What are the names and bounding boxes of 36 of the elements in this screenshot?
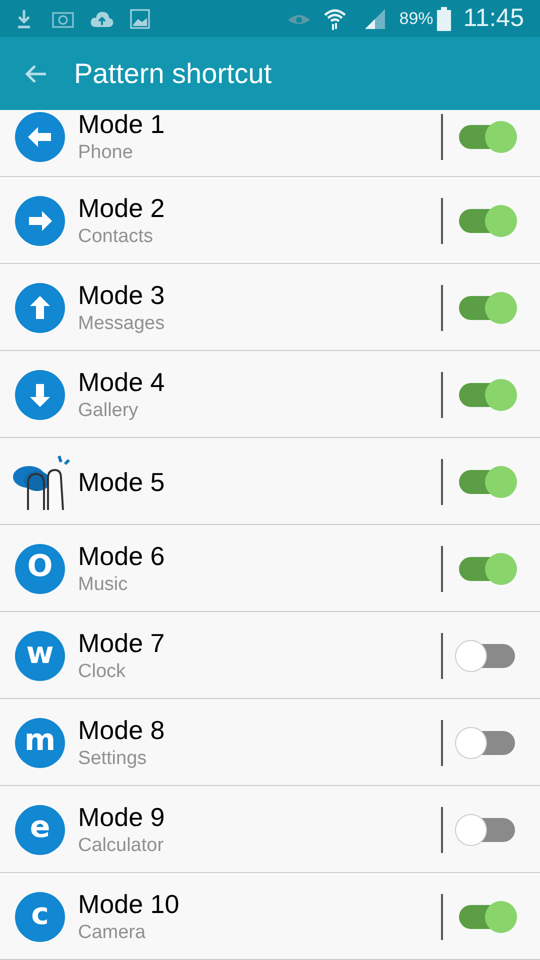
app-name: Calculator bbox=[78, 834, 165, 858]
app-name: Camera bbox=[78, 920, 147, 944]
battery-percentage: 89% bbox=[399, 8, 434, 30]
app-name: Phone bbox=[78, 140, 134, 164]
mode-title: Mode 8 bbox=[78, 714, 166, 746]
mode-title: Mode 2 bbox=[78, 192, 166, 224]
app-name: Gallery bbox=[78, 398, 140, 422]
clock-time: 11:45 bbox=[463, 2, 524, 34]
letter-icon: m bbox=[15, 718, 65, 768]
app-name: Music bbox=[78, 572, 129, 596]
camera-icon bbox=[52, 10, 74, 28]
letter-icon: c bbox=[15, 892, 65, 942]
wifi-icon bbox=[323, 6, 348, 30]
mode-title: Mode 7 bbox=[78, 626, 166, 658]
app-name: Clock bbox=[78, 660, 127, 684]
mode-title: Mode 9 bbox=[78, 800, 166, 832]
signal-icon bbox=[363, 8, 388, 30]
mode-title: Mode 6 bbox=[78, 540, 166, 572]
mode-title: Mode 10 bbox=[78, 888, 180, 920]
screen-title: Pattern shortcut bbox=[74, 56, 272, 90]
list-row[interactable]: Mode 1 Phone bbox=[0, 110, 540, 177]
battery-icon bbox=[437, 6, 452, 30]
app-name: Messages bbox=[78, 312, 166, 336]
app-name: Contacts bbox=[78, 224, 154, 248]
back-arrow-icon bbox=[24, 64, 48, 84]
mode-title: Mode 4 bbox=[78, 366, 166, 398]
cloud-upload-icon bbox=[90, 10, 114, 28]
mode-title: Mode 1 bbox=[78, 110, 166, 140]
mode-title: Mode 5 bbox=[78, 466, 166, 498]
image-icon bbox=[130, 8, 150, 28]
letter-icon: e bbox=[15, 804, 65, 854]
app-name: Settings bbox=[78, 746, 148, 770]
mode-title: Mode 3 bbox=[78, 278, 166, 310]
download-icon bbox=[16, 8, 32, 28]
letter-icon: O bbox=[15, 544, 65, 594]
letter-icon: w bbox=[15, 630, 65, 680]
